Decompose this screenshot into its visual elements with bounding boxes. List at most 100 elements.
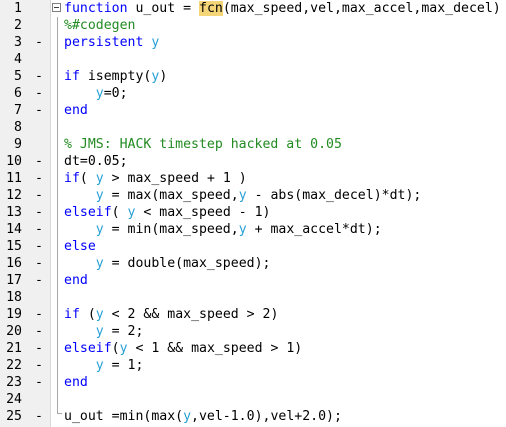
code-text[interactable]: u_out =min(max(y,vel-1.0),vel+2.0);	[64, 408, 342, 425]
code-token: y	[238, 188, 247, 203]
code-token: u_out =min(max(	[64, 409, 184, 424]
line-number: 1	[14, 1, 22, 16]
code-token: fcn	[199, 1, 223, 16]
code-text[interactable]: end	[64, 102, 88, 119]
code-token: end	[64, 375, 88, 390]
code-line[interactable]: 24	[0, 391, 506, 408]
breakpoint-marker[interactable]: -	[34, 272, 44, 289]
code-line[interactable]: 25- u_out =min(max(y,vel-1.0),vel+2.0);	[0, 408, 506, 425]
line-number: 5	[14, 69, 22, 84]
code-text[interactable]: y = double(max_speed);	[64, 255, 271, 272]
code-text[interactable]: dt=0.05;	[64, 153, 128, 170]
code-token: dt=0.05;	[64, 154, 128, 169]
breakpoint-marker[interactable]: -	[34, 187, 44, 204]
code-lines[interactable]: 1 function u_out = fcn(max_speed,vel,max_…	[0, 0, 506, 425]
code-text[interactable]: % JMS: HACK timestep hacked at 0.05	[64, 136, 342, 153]
line-number: 13	[6, 205, 22, 220]
code-line[interactable]: 1 function u_out = fcn(max_speed,vel,max_…	[0, 0, 506, 17]
code-editor[interactable]: 1 function u_out = fcn(max_speed,vel,max_…	[0, 0, 506, 427]
breakpoint-marker[interactable]: -	[34, 408, 44, 425]
code-text[interactable]: if( y > max_speed + 1 )	[64, 170, 247, 187]
breakpoint-marker[interactable]: -	[34, 340, 44, 357]
code-text[interactable]: else	[64, 238, 96, 255]
code-line[interactable]: 11- if( y > max_speed + 1 )	[0, 170, 506, 187]
code-text[interactable]: persistent y	[64, 34, 159, 51]
line-number: 8	[14, 120, 22, 135]
breakpoint-marker[interactable]: -	[34, 102, 44, 119]
code-token: y	[95, 171, 104, 186]
code-line[interactable]: 9 % JMS: HACK timestep hacked at 0.05	[0, 136, 506, 153]
line-number: 16	[6, 256, 22, 271]
breakpoint-marker[interactable]: -	[34, 221, 44, 238]
code-text[interactable]: y=0;	[64, 85, 128, 102]
code-line[interactable]: 22- y = 1;	[0, 357, 506, 374]
code-line[interactable]: 3- persistent y	[0, 34, 506, 51]
code-text[interactable]: y = min(max_speed,y + max_accel*dt);	[64, 221, 382, 238]
code-token: y	[95, 307, 104, 322]
code-line[interactable]: 23- end	[0, 374, 506, 391]
line-number: 14	[6, 222, 22, 237]
line-number: 20	[6, 324, 22, 339]
code-text[interactable]: y = max(max_speed,y - abs(max_decel)*dt)…	[64, 187, 422, 204]
breakpoint-marker[interactable]: -	[34, 323, 44, 340]
code-token: function	[64, 1, 128, 16]
code-token: < max_speed - 1)	[135, 205, 271, 220]
code-line[interactable]: 4	[0, 51, 506, 68]
code-line[interactable]: 16- y = double(max_speed);	[0, 255, 506, 272]
code-line[interactable]: 15- else	[0, 238, 506, 255]
code-line[interactable]: 13- elseif( y < max_speed - 1)	[0, 204, 506, 221]
code-token: (	[111, 341, 120, 356]
code-line[interactable]: 6- y=0;	[0, 85, 506, 102]
code-token: (	[111, 205, 128, 220]
code-line[interactable]: 14- y = min(max_speed,y + max_accel*dt);	[0, 221, 506, 238]
code-text[interactable]: %#codegen	[64, 17, 135, 34]
code-text[interactable]: elseif(y < 1 && max_speed > 1)	[64, 340, 302, 357]
code-text[interactable]: y = 2;	[64, 323, 144, 340]
breakpoint-marker[interactable]: -	[34, 357, 44, 374]
code-token: < 1 && max_speed > 1)	[127, 341, 303, 356]
code-token: y	[151, 35, 160, 50]
code-text[interactable]: elseif( y < max_speed - 1)	[64, 204, 270, 221]
code-line[interactable]: 17- end	[0, 272, 506, 289]
line-number: 4	[14, 52, 22, 67]
code-line[interactable]: 5- if isempty(y)	[0, 68, 506, 85]
breakpoint-marker[interactable]: -	[34, 170, 44, 187]
code-text[interactable]: function u_out = fcn(max_speed,vel,max_a…	[64, 0, 501, 17]
breakpoint-marker[interactable]: -	[34, 34, 44, 51]
code-text[interactable]: end	[64, 272, 88, 289]
line-number: 2	[14, 18, 22, 33]
breakpoint-marker[interactable]: -	[34, 306, 44, 323]
code-line[interactable]: 20- y = 2;	[0, 323, 506, 340]
line-number: 11	[6, 171, 22, 186]
fold-guide-end	[57, 413, 62, 414]
code-token: )	[159, 69, 168, 84]
code-line[interactable]: 12- y = max(max_speed,y - abs(max_decel)…	[0, 187, 506, 204]
breakpoint-marker[interactable]: -	[34, 238, 44, 255]
code-token: isempty(	[79, 69, 152, 84]
code-text[interactable]: if (y < 2 && max_speed > 2)	[64, 306, 278, 323]
line-number: 6	[14, 86, 22, 101]
breakpoint-marker[interactable]: -	[34, 85, 44, 102]
code-token: y	[119, 341, 128, 356]
code-line[interactable]: 18	[0, 289, 506, 306]
code-line[interactable]: 21- elseif(y < 1 && max_speed > 1)	[0, 340, 506, 357]
code-token: %#codegen	[64, 18, 136, 33]
breakpoint-marker[interactable]: -	[34, 255, 44, 272]
breakpoint-marker[interactable]: -	[34, 153, 44, 170]
code-line[interactable]: 7- end	[0, 102, 506, 119]
breakpoint-marker[interactable]: -	[34, 374, 44, 391]
code-line[interactable]: 8	[0, 119, 506, 136]
breakpoint-marker[interactable]: -	[34, 68, 44, 85]
breakpoint-marker[interactable]: -	[34, 204, 44, 221]
code-line[interactable]: 10- dt=0.05;	[0, 153, 506, 170]
code-token: y	[95, 256, 104, 271]
code-text[interactable]: end	[64, 374, 88, 391]
code-text[interactable]: y = 1;	[64, 357, 144, 374]
code-text[interactable]: if isempty(y)	[64, 68, 167, 85]
code-line[interactable]: 2 %#codegen	[0, 17, 506, 34]
code-line[interactable]: 19- if (y < 2 && max_speed > 2)	[0, 306, 506, 323]
fold-collapse-icon[interactable]	[52, 3, 61, 12]
